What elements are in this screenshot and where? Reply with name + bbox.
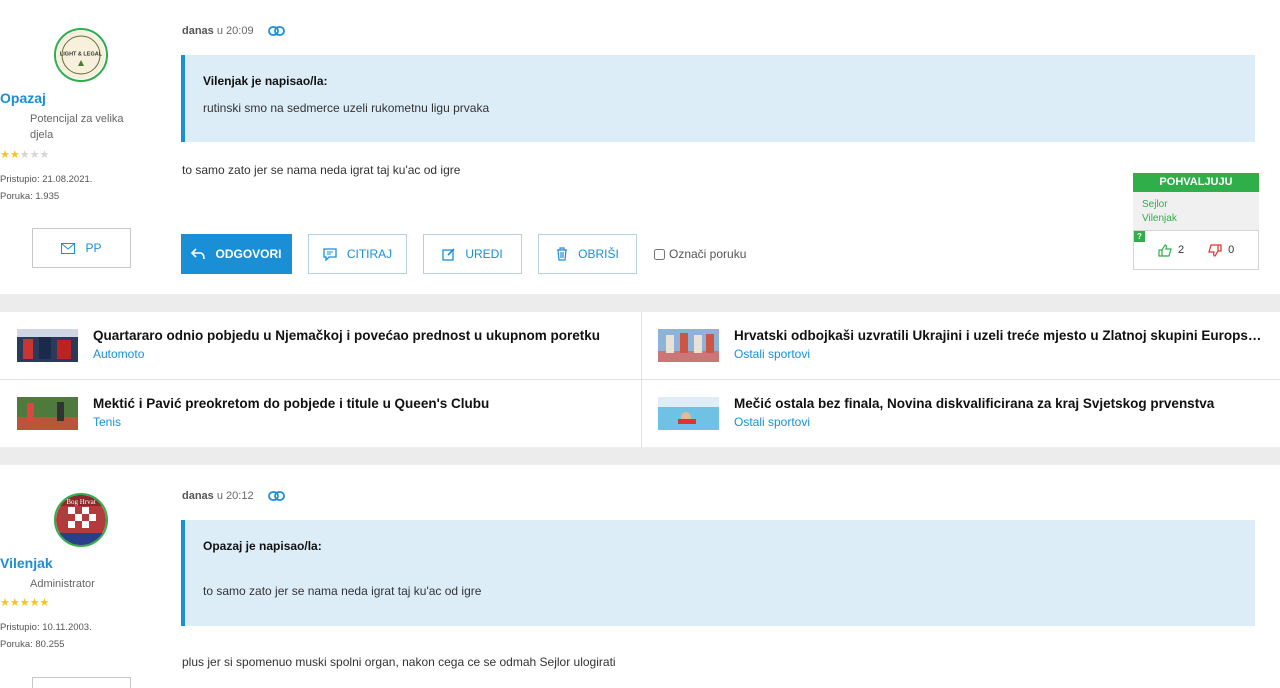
related-category[interactable]: Ostali sportovi <box>734 347 810 361</box>
author-name[interactable]: Vilenjak <box>0 555 163 571</box>
dislike-button[interactable]: 0 <box>1208 243 1235 257</box>
quote-block: Vilenjak je napisao/la: rutinski smo na … <box>181 55 1255 142</box>
related-item[interactable]: Mektić i Pavić preokretom do pobjede i t… <box>0 380 640 446</box>
mark-post[interactable]: Označi poruku <box>654 247 746 261</box>
related-item[interactable]: Hrvatski odbojkaši uzvratili Ukrajini i … <box>641 312 1280 378</box>
post-count: Poruka: 80.255 <box>0 639 65 650</box>
post-text: plus jer si spomenuo muski spolni organ,… <box>182 655 616 669</box>
edit-button[interactable]: UREDI <box>423 234 522 274</box>
joined-date: Pristupio: 21.08.2021. <box>0 174 93 185</box>
mark-checkbox[interactable] <box>654 248 665 260</box>
link-icon[interactable] <box>267 491 285 501</box>
related-category[interactable]: Automoto <box>93 347 144 361</box>
related-item[interactable]: Quartararo odnio pobjedu u Njemačkoj i p… <box>0 312 640 378</box>
envelope-icon <box>61 242 76 254</box>
praise-name[interactable]: Vilenjak <box>1142 212 1250 226</box>
post-actions: ODGOVORI CITIRAJ UREDI OBRIŠI Označi por… <box>181 234 746 274</box>
author-rank: Potencijal za velika djela <box>30 113 124 141</box>
related-articles: Quartararo odnio pobjedu u Njemačkoj i p… <box>0 312 1280 447</box>
post-count: Poruka: 1.935 <box>0 191 60 202</box>
link-icon[interactable] <box>267 26 285 36</box>
quote-block: Opazaj je napisao/la: to samo zato jer s… <box>181 520 1255 626</box>
private-message-button[interactable] <box>32 677 131 688</box>
dislike-count: 0 <box>1228 244 1235 256</box>
time-day: danas <box>182 25 214 37</box>
rating-stars: ★★★★★ <box>0 149 50 161</box>
reply-button[interactable]: ODGOVORI <box>181 234 292 274</box>
delete-label: OBRIŠI <box>578 247 619 261</box>
related-item[interactable]: Mečić ostala bez finala, Novina diskvali… <box>641 380 1280 446</box>
article-thumbnail <box>658 397 719 430</box>
related-title[interactable]: Mečić ostala bez finala, Novina diskvali… <box>734 396 1266 411</box>
thumbs-up-icon <box>1158 243 1172 257</box>
praise-header: POHVALJUJU <box>1133 173 1259 192</box>
reply-icon <box>191 248 206 260</box>
like-button[interactable]: 2 <box>1158 243 1185 257</box>
time-value: u 20:09 <box>216 25 254 37</box>
delete-button[interactable]: OBRIŠI <box>538 234 637 274</box>
post-vilenjak: Bog Hrvat Vilenjak Administrator ★★★★★ P… <box>0 465 1280 688</box>
post-time: danas u 20:09 <box>182 25 285 37</box>
post-opazaj: LIGHT & LEGAL Opazaj Potencijal za velik… <box>0 0 1280 294</box>
article-thumbnail <box>17 397 78 430</box>
mark-label: Označi poruku <box>669 247 747 261</box>
avatar[interactable]: LIGHT & LEGAL <box>54 28 108 82</box>
time-day: danas <box>182 490 214 502</box>
related-title[interactable]: Quartararo odnio pobjedu u Njemačkoj i p… <box>93 328 623 343</box>
help-badge[interactable]: ? <box>1134 231 1145 242</box>
related-category[interactable]: Ostali sportovi <box>734 415 810 429</box>
edit-label: UREDI <box>465 247 503 261</box>
like-count: 2 <box>1178 244 1185 256</box>
quote-button[interactable]: CITIRAJ <box>308 234 407 274</box>
thumbs-down-icon <box>1208 243 1222 257</box>
praise-name[interactable]: Sejlor <box>1142 198 1250 212</box>
avatar-text: Bog Hrvat <box>66 498 95 506</box>
private-message-button[interactable]: PP <box>32 228 131 268</box>
related-title[interactable]: Mektić i Pavić preokretom do pobjede i t… <box>93 396 623 411</box>
rating-stars: ★★★★★ <box>0 597 50 609</box>
avatar-text: LIGHT & LEGAL <box>60 52 103 58</box>
quote-label: CITIRAJ <box>346 247 393 261</box>
post-text: to samo zato jer se nama neda igrat taj … <box>182 163 461 177</box>
vote-box: ? 2 0 <box>1133 230 1259 270</box>
edit-icon <box>442 247 455 261</box>
post-time: danas u 20:12 <box>182 490 285 502</box>
author-rank: Administrator <box>30 578 95 590</box>
quote-text: rutinski smo na sedmerce uzeli rukometnu… <box>203 101 490 115</box>
trash-icon <box>557 247 568 261</box>
quote-icon <box>323 247 337 261</box>
related-title[interactable]: Hrvatski odbojkaši uzvratili Ukrajini i … <box>734 328 1266 343</box>
article-thumbnail <box>17 329 78 362</box>
praise-box: POHVALJUJU Sejlor Vilenjak ? 2 0 <box>1133 173 1259 270</box>
time-value: u 20:12 <box>216 490 254 502</box>
joined-date: Pristupio: 10.11.2003. <box>0 622 92 633</box>
avatar[interactable]: Bog Hrvat <box>54 493 108 547</box>
quote-text: to samo zato jer se nama neda igrat taj … <box>203 584 482 598</box>
author-name[interactable]: Opazaj <box>0 90 163 106</box>
praise-names: Sejlor Vilenjak <box>1133 192 1259 230</box>
reply-label: ODGOVORI <box>215 247 282 261</box>
pp-label: PP <box>85 241 102 255</box>
quote-author: Opazaj je napisao/la: <box>203 539 322 553</box>
quote-author: Vilenjak je napisao/la: <box>203 74 328 88</box>
related-category[interactable]: Tenis <box>93 415 121 429</box>
article-thumbnail <box>658 329 719 362</box>
